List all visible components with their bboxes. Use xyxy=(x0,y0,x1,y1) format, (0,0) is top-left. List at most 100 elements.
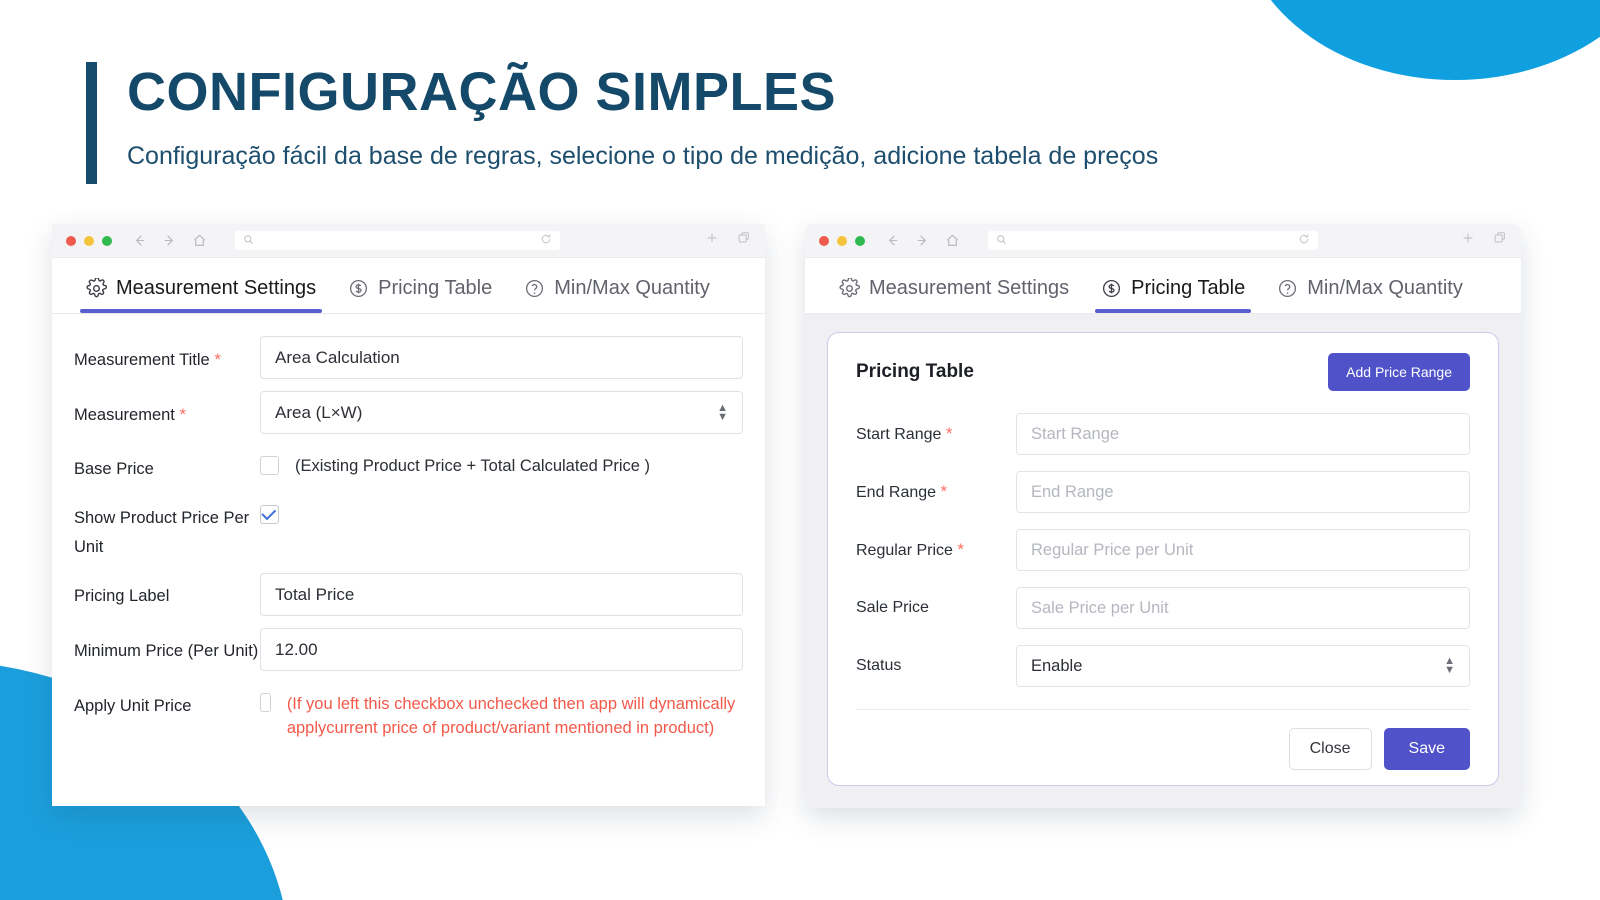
copy-tabs-icon[interactable] xyxy=(1493,231,1507,250)
close-window-dot[interactable] xyxy=(66,235,76,246)
browser-chrome-left xyxy=(52,224,765,258)
field-end-range: End Range * End Range xyxy=(856,471,1470,513)
tab-bar-left: Measurement Settings Pricing Table Min/M… xyxy=(52,258,765,314)
required-marker: * xyxy=(945,424,953,443)
tab-bar-right: Measurement Settings Pricing Table Min/M… xyxy=(805,258,1521,314)
field-label: Start Range * xyxy=(856,424,953,443)
select-spinner-icon: ▲ ▼ xyxy=(717,401,728,423)
tab-pricing-table[interactable]: Pricing Table xyxy=(1085,258,1261,313)
address-bar-left[interactable] xyxy=(235,231,560,250)
tab-measurement-settings[interactable]: Measurement Settings xyxy=(823,258,1085,313)
add-price-range-button[interactable]: Add Price Range xyxy=(1328,353,1470,391)
save-button[interactable]: Save xyxy=(1383,728,1470,770)
home-icon[interactable] xyxy=(192,233,207,248)
forward-arrow-icon[interactable] xyxy=(915,233,930,248)
minimize-window-dot[interactable] xyxy=(84,235,94,246)
field-status: Status Enable ▲ ▼ xyxy=(856,645,1470,687)
measurement-settings-form: Measurement Title * Area Calculation Mea… xyxy=(52,314,765,741)
required-marker: * xyxy=(940,482,948,501)
apply-unit-price-checkbox[interactable] xyxy=(260,693,271,713)
forward-arrow-icon[interactable] xyxy=(162,233,177,248)
reload-icon[interactable] xyxy=(540,232,552,250)
plus-icon[interactable] xyxy=(705,231,719,250)
measurement-select-value: Area (L×W) xyxy=(275,403,363,422)
start-range-input[interactable]: Start Range xyxy=(1016,413,1470,455)
field-label: Status xyxy=(856,657,902,674)
field-measurement-title: Measurement Title * Area Calculation xyxy=(74,336,743,379)
home-icon[interactable] xyxy=(945,233,960,248)
pricing-label-input[interactable]: Total Price xyxy=(260,573,743,617)
tab-label: Min/Max Quantity xyxy=(1307,277,1463,299)
browser-nav-icons-right xyxy=(885,233,960,248)
regular-price-input[interactable]: Regular Price per Unit xyxy=(1016,529,1470,571)
decorative-blue-shape-top-right xyxy=(1240,0,1600,80)
browser-chrome-right xyxy=(805,224,1521,258)
pricing-table-panel: Pricing Table Add Price Range Start Rang… xyxy=(805,314,1521,808)
gear-icon xyxy=(839,277,860,299)
minimize-window-dot[interactable] xyxy=(837,235,847,246)
field-regular-price: Regular Price * Regular Price per Unit xyxy=(856,529,1470,571)
field-base-price: Base Price (Existing Product Price + Tot… xyxy=(74,446,743,483)
back-arrow-icon[interactable] xyxy=(885,233,900,248)
tab-label: Pricing Table xyxy=(1131,277,1246,299)
tab-measurement-settings[interactable]: Measurement Settings xyxy=(70,258,332,313)
reload-icon[interactable] xyxy=(1298,232,1310,250)
status-select[interactable]: Enable ▲ ▼ xyxy=(1016,645,1470,687)
traffic-lights-left xyxy=(66,235,112,246)
measurement-title-input[interactable]: Area Calculation xyxy=(260,336,743,379)
base-price-checkbox[interactable] xyxy=(260,456,279,475)
tab-min-max-quantity[interactable]: Min/Max Quantity xyxy=(1261,258,1479,313)
browser-right-icons-left xyxy=(705,231,751,250)
plus-icon[interactable] xyxy=(1461,231,1475,250)
end-range-input[interactable]: End Range xyxy=(1016,471,1470,513)
required-marker: * xyxy=(214,350,221,369)
apply-unit-price-note: (If you left this checkbox unchecked the… xyxy=(286,695,736,738)
field-start-range: Start Range * Start Range xyxy=(856,413,1470,455)
tab-label: Pricing Table xyxy=(378,277,493,299)
search-icon xyxy=(243,232,254,250)
status-select-value: Enable xyxy=(1031,657,1083,675)
field-label: Minimum Price (Per Unit) xyxy=(74,642,259,661)
pricing-table-card-header: Pricing Table Add Price Range xyxy=(856,353,1470,391)
question-circle-icon xyxy=(524,278,545,299)
measurement-select[interactable]: Area (L×W) ▲ ▼ xyxy=(260,391,743,434)
field-label: Apply Unit Price xyxy=(74,697,192,716)
gear-icon xyxy=(86,277,107,299)
maximize-window-dot[interactable] xyxy=(102,235,112,246)
field-label: Sale Price xyxy=(856,599,929,616)
field-label: Base Price xyxy=(74,460,154,478)
question-circle-icon xyxy=(1277,278,1298,299)
field-minimum-price: Minimum Price (Per Unit) 12.00 xyxy=(74,628,743,672)
browser-right-icons-right xyxy=(1461,231,1507,250)
required-marker: * xyxy=(957,540,965,559)
select-spinner-icon: ▲ ▼ xyxy=(1444,655,1455,676)
field-show-product-price-per-unit: Show Product Price Per Unit xyxy=(74,495,743,561)
tab-min-max-quantity[interactable]: Min/Max Quantity xyxy=(508,258,726,313)
page-subtitle: Configuração fácil da base de regras, se… xyxy=(127,141,1159,170)
field-label: End Range * xyxy=(856,482,948,501)
sale-price-input[interactable]: Sale Price per Unit xyxy=(1016,587,1470,629)
header-accent-bar xyxy=(86,62,97,184)
tab-pricing-table[interactable]: Pricing Table xyxy=(332,258,508,313)
tab-label: Min/Max Quantity xyxy=(554,277,710,299)
dollar-circle-icon xyxy=(1101,278,1122,299)
minimum-price-input[interactable]: 12.00 xyxy=(260,628,743,672)
maximize-window-dot[interactable] xyxy=(855,235,865,246)
field-label: Pricing Label xyxy=(74,587,170,606)
back-arrow-icon[interactable] xyxy=(132,233,147,248)
browser-nav-icons-left xyxy=(132,233,207,248)
browser-window-measurement-settings: Measurement Settings Pricing Table Min/M… xyxy=(52,224,765,806)
field-measurement: Measurement * Area (L×W) ▲ ▼ xyxy=(74,391,743,434)
page-title: CONFIGURAÇÃO SIMPLES xyxy=(127,62,837,122)
copy-tabs-icon[interactable] xyxy=(737,231,751,250)
address-bar-right[interactable] xyxy=(988,231,1318,250)
tab-label: Measurement Settings xyxy=(869,277,1070,299)
show-product-price-checkbox[interactable] xyxy=(260,505,279,525)
field-label: Regular Price * xyxy=(856,540,965,559)
field-label: Measurement Title * xyxy=(74,350,221,369)
browser-window-pricing-table: Measurement Settings Pricing Table Min/M… xyxy=(805,224,1521,808)
close-button[interactable]: Close xyxy=(1288,728,1372,770)
required-marker: * xyxy=(179,405,187,424)
close-window-dot[interactable] xyxy=(819,235,829,246)
pricing-table-card-actions: Close Save xyxy=(856,710,1470,770)
